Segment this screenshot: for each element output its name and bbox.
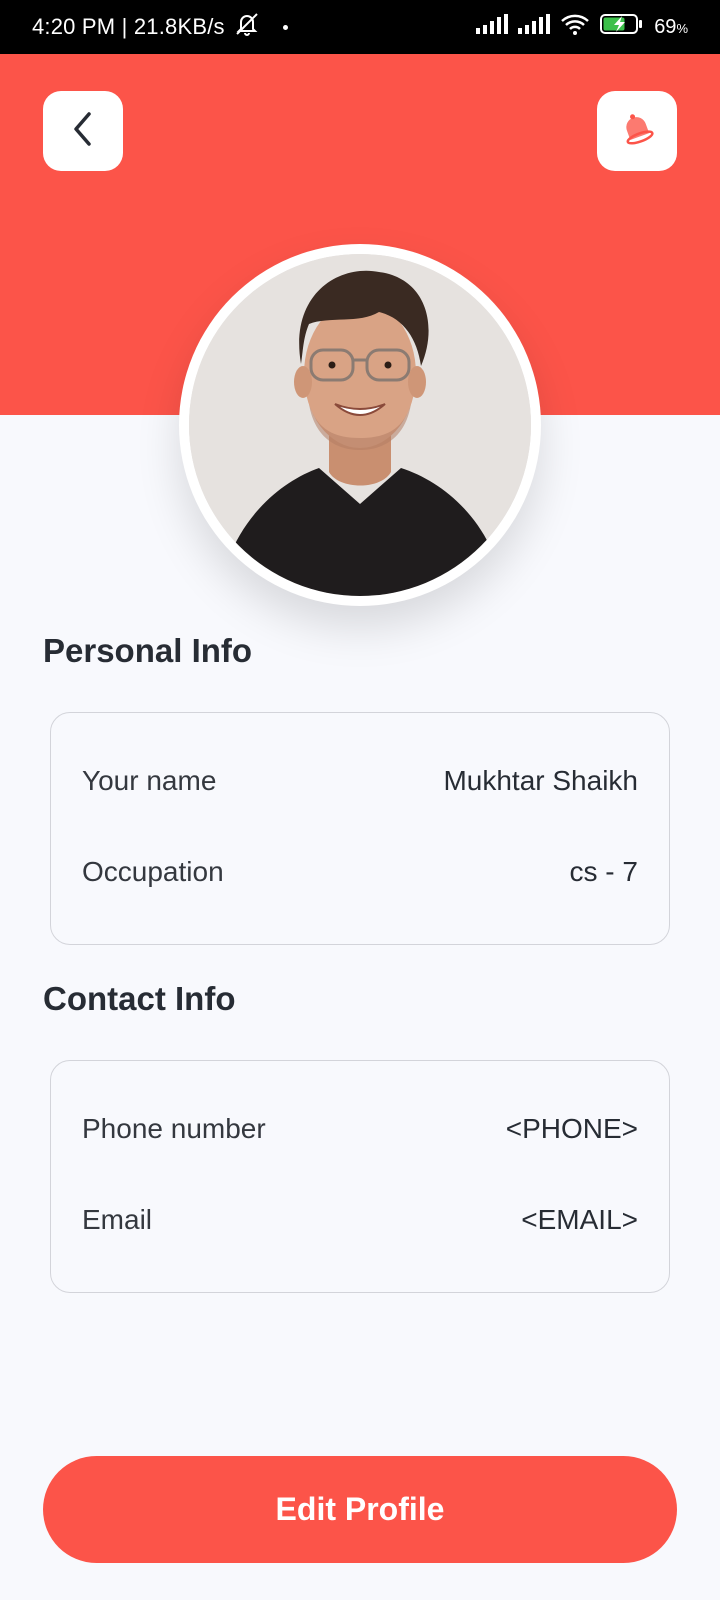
edit-profile-button[interactable]: Edit Profile	[43, 1456, 677, 1563]
phone-label: Phone number	[82, 1113, 266, 1144]
battery-percent: 69%	[654, 16, 688, 39]
email-row: Email <EMAIL>	[82, 1204, 638, 1236]
chevron-left-icon	[70, 110, 96, 153]
name-label: Your name	[82, 765, 217, 796]
email-value: <EMAIL>	[521, 1204, 638, 1235]
back-button[interactable]	[43, 91, 123, 171]
wifi-icon	[560, 13, 590, 41]
personal-info-title: Personal Info	[43, 632, 253, 669]
email-label: Email	[82, 1204, 153, 1235]
phone-row: Phone number <PHONE>	[82, 1113, 638, 1145]
name-row: Your name Mukhtar Shaikh	[82, 765, 638, 797]
occupation-row: Occupation cs - 7	[82, 856, 638, 888]
occupation-label: Occupation	[82, 856, 224, 887]
personal-info-card: Your name Mukhtar Shaikh Occupation cs -…	[50, 712, 670, 945]
signal-icon	[518, 14, 551, 40]
battery-charging-icon	[600, 13, 644, 41]
notification-dot-icon	[282, 24, 288, 30]
status-right: 69%	[476, 13, 688, 41]
avatar-frame[interactable]	[179, 244, 541, 606]
battery-unit: %	[676, 20, 688, 36]
occupation-value: cs - 7	[569, 856, 638, 887]
status-time-speed: 4:20 PM | 21.8KB/s	[32, 14, 225, 39]
name-value: Mukhtar Shaikh	[443, 765, 638, 796]
status-bar: 4:20 PM | 21.8KB/s 69%	[0, 0, 720, 54]
avatar	[189, 254, 531, 596]
notifications-button[interactable]	[597, 91, 677, 171]
contact-info-title: Contact Info	[43, 980, 236, 1017]
bell-icon	[617, 109, 657, 154]
avatar-photo	[189, 254, 531, 596]
battery-value: 69	[654, 15, 677, 38]
signal-icon	[476, 14, 509, 40]
mute-notification-icon	[233, 11, 261, 43]
contact-info-card: Phone number <PHONE> Email <EMAIL>	[50, 1060, 670, 1293]
status-left: 4:20 PM | 21.8KB/s	[32, 11, 288, 43]
phone-value: <PHONE>	[505, 1113, 638, 1144]
